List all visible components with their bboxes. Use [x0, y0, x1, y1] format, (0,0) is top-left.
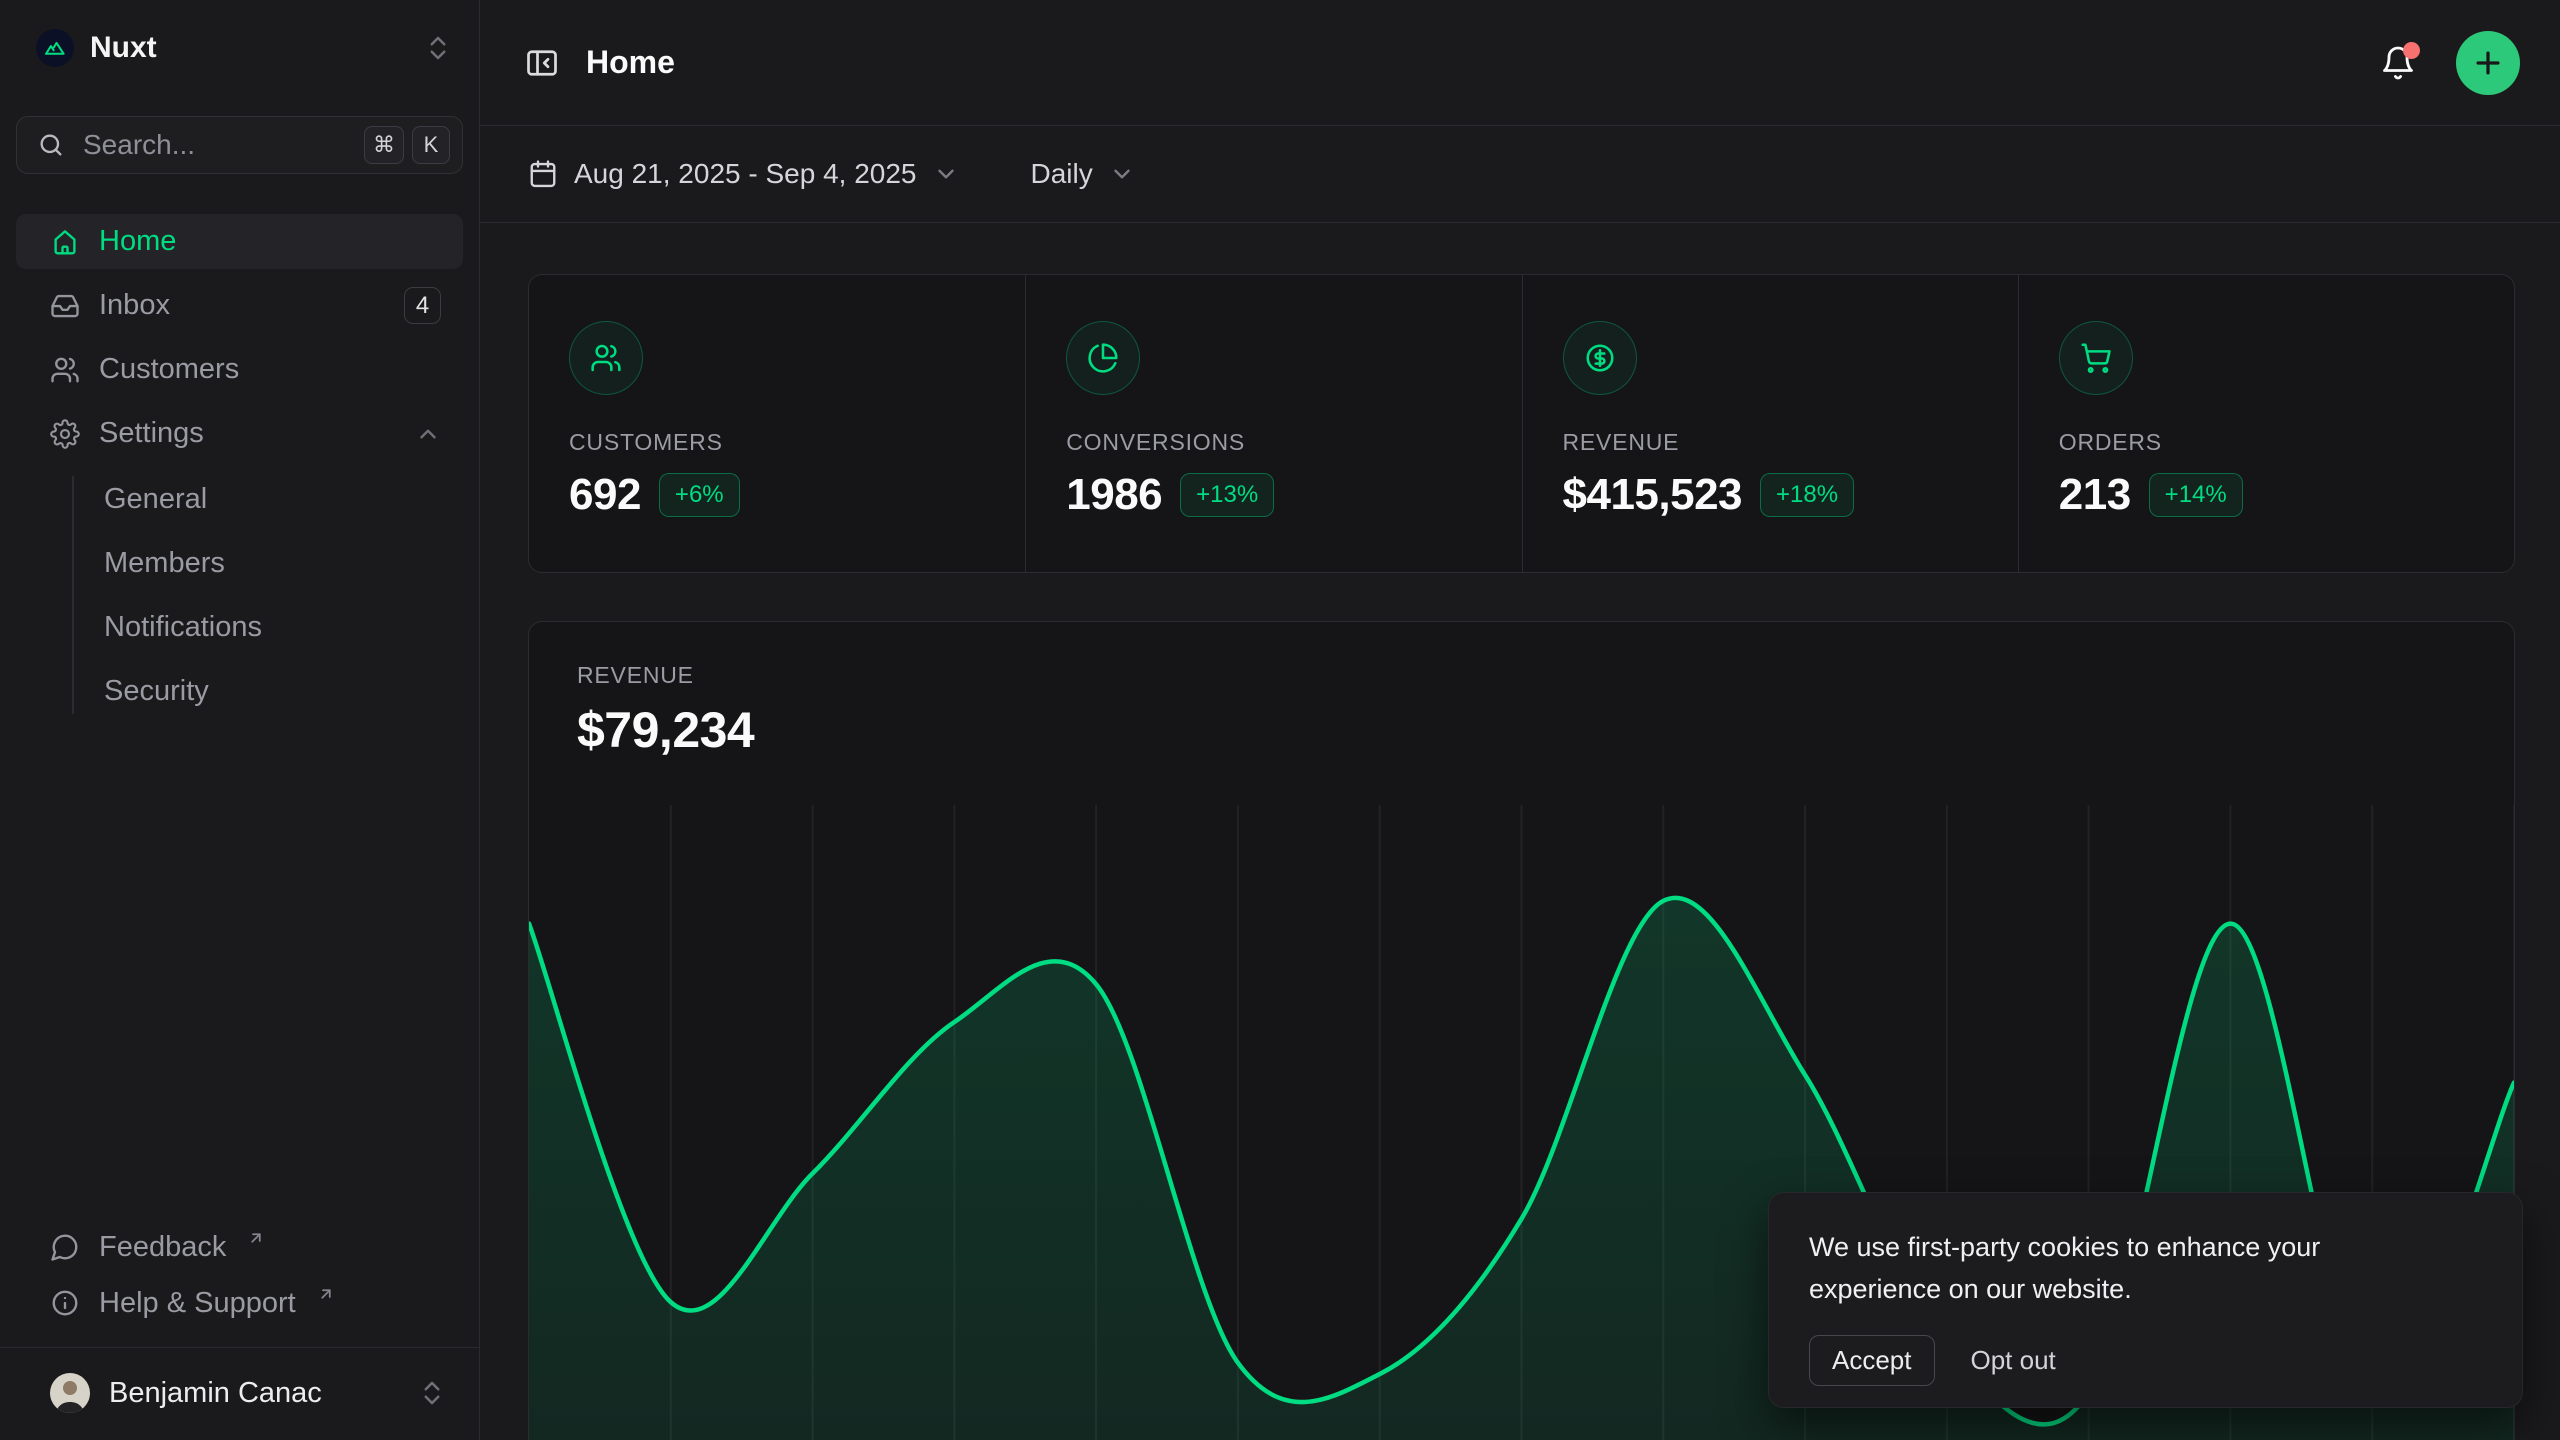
granularity-value: Daily: [1031, 158, 1093, 190]
sidebar-item-label: Inbox: [99, 289, 385, 322]
stat-card-conversions[interactable]: CONVERSIONS 1986 +13%: [1025, 275, 1521, 572]
stat-card-orders[interactable]: ORDERS 213 +14%: [2018, 275, 2514, 572]
chevron-up-icon: [415, 421, 441, 447]
sidebar-item-settings[interactable]: Settings: [16, 406, 463, 461]
avatar: [50, 1373, 90, 1413]
cookie-optout-button[interactable]: Opt out: [1971, 1345, 2056, 1376]
stat-card-revenue[interactable]: REVENUE $415,523 +18%: [1522, 275, 2018, 572]
home-icon: [50, 227, 80, 257]
sidebar: Nuxt Search... ⌘ K Home Inbox 4: [0, 0, 480, 1440]
help-support-label: Help & Support: [99, 1287, 296, 1320]
sidebar-item-customers[interactable]: Customers: [16, 342, 463, 397]
stats-panel: CUSTOMERS 692 +6% CONVERSIONS 1986 +13%: [528, 274, 2515, 573]
cookie-banner: We use first-party cookies to enhance yo…: [1768, 1192, 2523, 1408]
chevrons-up-down-icon: [417, 1378, 447, 1408]
granularity-select[interactable]: Daily: [1031, 158, 1135, 190]
sidebar-spacer: [16, 718, 463, 1219]
stat-delta-badge: +6%: [659, 473, 740, 517]
sidebar-item-label: Customers: [99, 353, 441, 386]
settings-subnav: General Members Notifications Security: [16, 472, 463, 718]
stat-label: CUSTOMERS: [569, 429, 985, 456]
search-shortcut: ⌘ K: [364, 126, 450, 164]
user-menu[interactable]: Benjamin Canac: [16, 1362, 463, 1424]
notifications-button[interactable]: [2380, 45, 2416, 81]
stat-value: $415,523: [1563, 470, 1743, 520]
sidebar-item-home[interactable]: Home: [16, 214, 463, 269]
users-icon: [569, 321, 643, 395]
calendar-icon: [528, 159, 558, 189]
inbox-icon: [50, 291, 80, 321]
circle-dollar-icon: [1563, 321, 1637, 395]
user-name: Benjamin Canac: [109, 1377, 398, 1410]
revenue-chart-header: REVENUE $79,234: [529, 622, 2514, 759]
sidebar-item-help-support[interactable]: Help & Support: [16, 1275, 463, 1331]
pie-chart-icon: [1066, 321, 1140, 395]
stat-label: ORDERS: [2059, 429, 2474, 456]
notification-dot: [2403, 42, 2420, 59]
sidebar-item-label: Home: [99, 225, 441, 258]
kbd-k: K: [412, 126, 450, 164]
sidebar-divider: [0, 1347, 479, 1348]
sidebar-item-feedback[interactable]: Feedback: [16, 1219, 463, 1275]
external-link-icon: [317, 1285, 335, 1303]
gear-icon: [50, 419, 80, 449]
filter-toolbar: Aug 21, 2025 - Sep 4, 2025 Daily: [480, 126, 2560, 223]
sidebar-nav: Home Inbox 4 Customers Settings Ge: [16, 214, 463, 718]
feedback-label: Feedback: [99, 1231, 226, 1264]
chevron-down-icon: [933, 161, 959, 187]
stat-delta-badge: +18%: [1760, 473, 1854, 517]
sidebar-item-members[interactable]: Members: [16, 536, 463, 590]
revenue-chart-label: REVENUE: [577, 662, 2466, 689]
external-link-icon: [247, 1229, 265, 1247]
sidebar-item-inbox[interactable]: Inbox 4: [16, 278, 463, 333]
page-title: Home: [586, 44, 2354, 81]
plus-icon: [2471, 46, 2505, 80]
search-input[interactable]: Search... ⌘ K: [16, 116, 463, 174]
stat-delta-badge: +14%: [2149, 473, 2243, 517]
kbd-meta: ⌘: [364, 126, 404, 164]
shopping-cart-icon: [2059, 321, 2133, 395]
sidebar-item-notifications[interactable]: Notifications: [16, 600, 463, 654]
nuxt-logo-icon: [36, 29, 74, 67]
team-switcher[interactable]: Nuxt: [16, 22, 463, 74]
stat-delta-badge: +13%: [1180, 473, 1274, 517]
chevron-down-icon: [1109, 161, 1135, 187]
add-button[interactable]: [2456, 31, 2520, 95]
cookie-accept-button[interactable]: Accept: [1809, 1335, 1935, 1386]
stat-label: CONVERSIONS: [1066, 429, 1481, 456]
sidebar-item-label: Settings: [99, 417, 396, 450]
chevrons-up-down-icon: [423, 33, 453, 63]
stat-value: 213: [2059, 470, 2131, 520]
team-name: Nuxt: [90, 31, 407, 65]
stat-value: 1986: [1066, 470, 1162, 520]
cookie-message: We use first-party cookies to enhance yo…: [1809, 1227, 2429, 1311]
stat-card-customers[interactable]: CUSTOMERS 692 +6%: [529, 275, 1025, 572]
stat-value: 692: [569, 470, 641, 520]
sidebar-item-security[interactable]: Security: [16, 664, 463, 718]
sidebar-item-general[interactable]: General: [16, 472, 463, 526]
date-range-value: Aug 21, 2025 - Sep 4, 2025: [574, 158, 917, 190]
search-placeholder: Search...: [83, 129, 346, 161]
message-bubble-icon: [50, 1232, 80, 1262]
info-circle-icon: [50, 1288, 80, 1318]
revenue-chart-total: $79,234: [577, 701, 2466, 759]
stat-label: REVENUE: [1563, 429, 1978, 456]
inbox-count-badge: 4: [404, 287, 441, 324]
users-icon: [50, 355, 80, 385]
search-icon: [37, 131, 65, 159]
sidebar-collapse-icon[interactable]: [524, 45, 560, 81]
page-header: Home: [480, 0, 2560, 126]
date-range-picker[interactable]: Aug 21, 2025 - Sep 4, 2025: [528, 158, 959, 190]
